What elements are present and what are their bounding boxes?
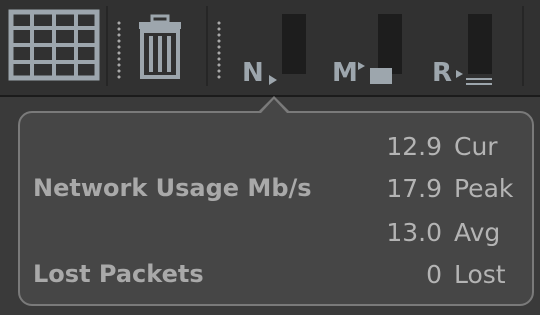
memory-meter-label: M [332, 58, 358, 88]
toolbar-separator [206, 6, 208, 86]
network-meter-label: N [242, 58, 264, 88]
tooltip-pointer-fill [261, 99, 287, 113]
lost-unit: Lost [454, 260, 506, 289]
average-value: 13.0 [386, 218, 442, 247]
network-usage-label: Network Usage Mb/s [33, 174, 312, 202]
peak-unit: Peak [454, 174, 514, 203]
current-value: 12.9 [386, 132, 442, 161]
rate-meter[interactable]: R [428, 14, 508, 88]
toolbar-grip [217, 20, 221, 80]
lost-packets-label: Lost Packets [33, 260, 204, 288]
play-small-icon [269, 75, 277, 85]
toolbar-separator [106, 6, 108, 86]
flag-block-icon [358, 62, 392, 84]
trash-icon [139, 14, 181, 79]
current-unit: Cur [454, 132, 498, 161]
rate-meter-label: R [432, 58, 453, 88]
memory-meter[interactable]: M [330, 14, 410, 88]
network-meter-bar [282, 14, 306, 74]
delete-button[interactable] [133, 14, 187, 80]
peak-value: 17.9 [386, 174, 442, 203]
toolbar-grip [117, 20, 121, 80]
average-unit: Avg [454, 218, 501, 247]
network-meter[interactable]: N [240, 14, 310, 88]
toolbar-separator [522, 6, 524, 86]
rate-meter-bar [468, 14, 492, 74]
grid-icon [8, 9, 100, 81]
toolbar: N M R [0, 0, 540, 95]
lost-value: 0 [426, 260, 442, 289]
play-lines-icon [456, 70, 492, 85]
grid-view-button[interactable] [6, 6, 102, 84]
